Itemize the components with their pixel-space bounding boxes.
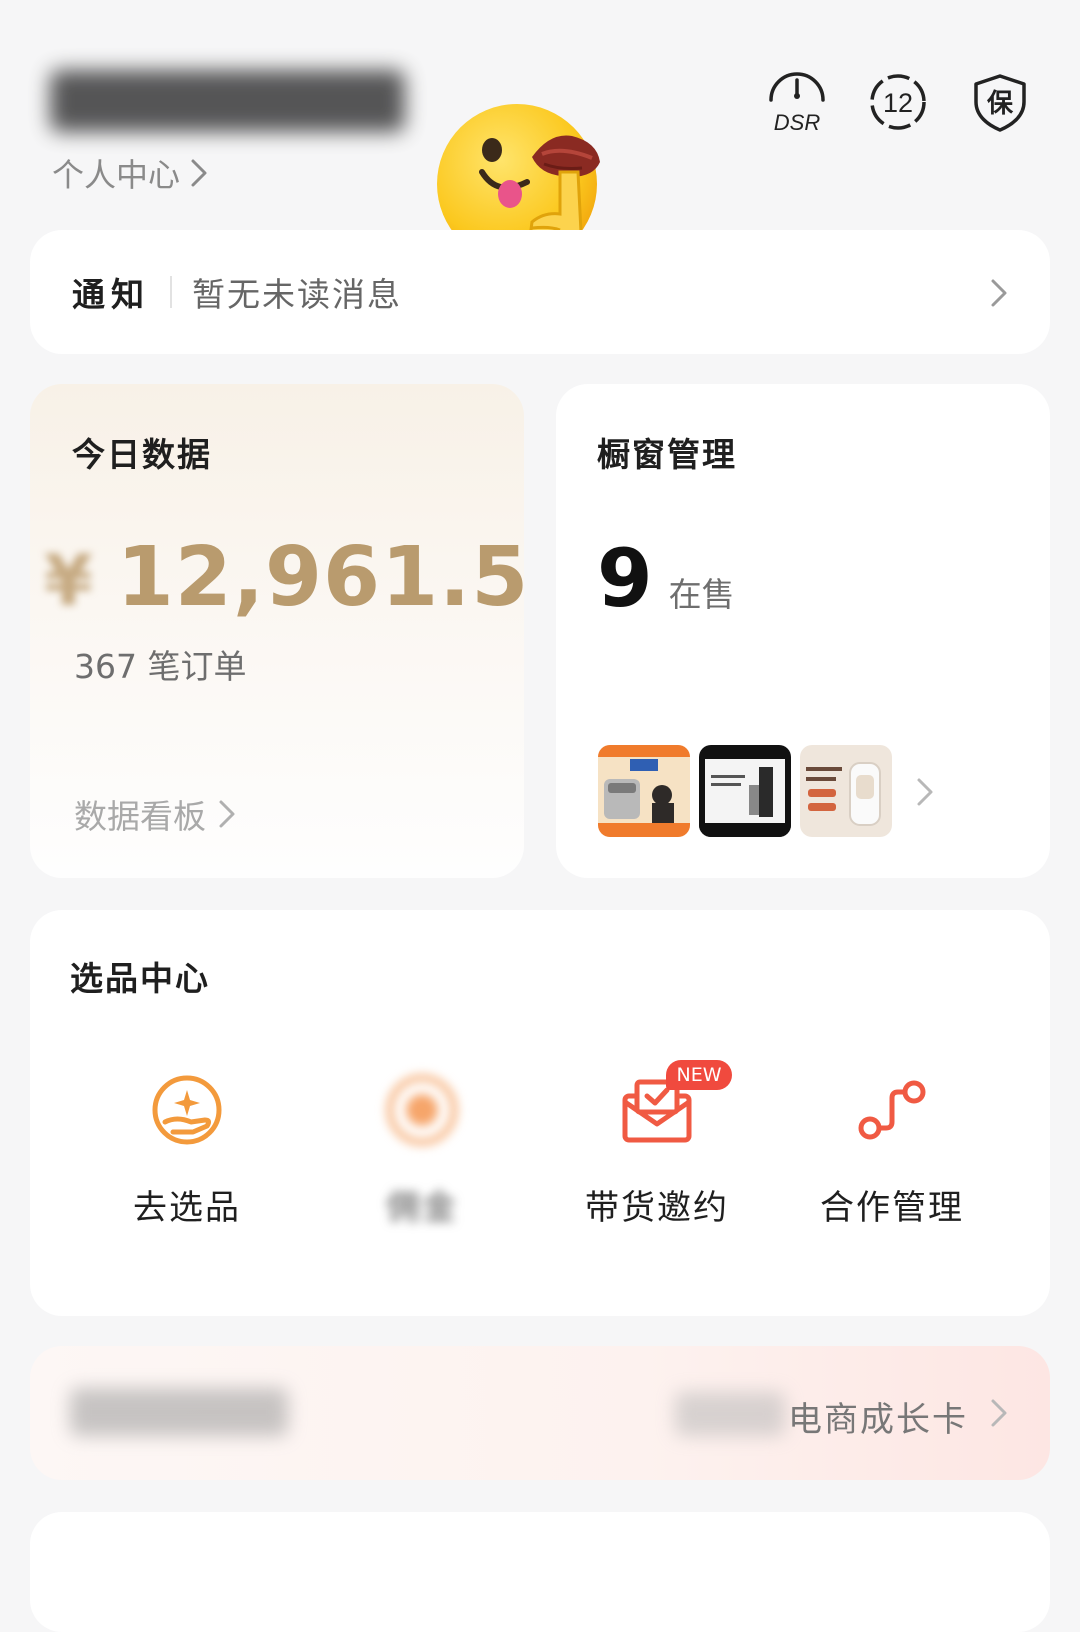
today-amount: ¥ 12,961.5 — [44, 530, 529, 625]
on-sale-count: 9 在售 — [597, 532, 735, 625]
new-badge: NEW — [666, 1060, 732, 1090]
product-thumbnail[interactable] — [699, 745, 791, 837]
tool-invitation[interactable]: 带货邀约 — [557, 1070, 757, 1229]
today-data-title: 今日数据 — [72, 435, 212, 474]
growth-value-blurred — [675, 1392, 785, 1436]
level-badge-icon[interactable]: 12 — [866, 70, 930, 134]
personal-center-link[interactable]: 个人中心 — [52, 150, 208, 196]
tool-label: 带货邀约 — [585, 1188, 729, 1228]
window-management-title: 橱窗管理 — [597, 435, 737, 474]
chevron-right-icon — [991, 1399, 1007, 1427]
notice-message: 暂无未读消息 — [192, 275, 402, 314]
yen-coin-icon — [382, 1070, 462, 1150]
level-number: 12 — [883, 88, 913, 118]
notice-title: 通知 — [72, 275, 150, 314]
username-blurred — [50, 70, 405, 132]
tool-label: 去选品 — [133, 1188, 241, 1228]
personal-center-label: 个人中心 — [52, 156, 181, 194]
order-count: 367 笔订单 — [74, 647, 247, 686]
tool-label: 合作管理 — [820, 1188, 964, 1228]
path-node-icon — [852, 1070, 932, 1150]
selection-center-title: 选品中心 — [70, 959, 210, 998]
on-sale-number: 9 — [597, 532, 653, 625]
growth-card-label: 电商成长卡 — [788, 1400, 968, 1440]
shield-text: 保 — [986, 89, 1014, 119]
product-thumbnail[interactable] — [598, 745, 690, 837]
sparkle-hand-icon — [147, 1070, 227, 1150]
tool-go-select[interactable]: 去选品 — [87, 1070, 287, 1229]
amount-value: 12,961.5 — [116, 530, 530, 625]
chevron-right-icon[interactable] — [916, 777, 934, 807]
chevron-right-icon — [219, 800, 235, 828]
notice-divider — [170, 276, 172, 308]
data-board-label: 数据看板 — [74, 797, 206, 836]
dsr-text: DSR — [774, 110, 821, 134]
next-card-partial — [30, 1512, 1050, 1632]
chevron-right-icon — [991, 279, 1007, 307]
tool-label: 佣金 — [386, 1188, 458, 1228]
tool-commission[interactable]: 佣金 — [322, 1070, 522, 1229]
on-sale-label: 在售 — [668, 575, 735, 614]
currency-symbol: ¥ — [44, 540, 93, 622]
product-thumbnail[interactable] — [800, 745, 892, 837]
data-board-link[interactable]: 数据看板 — [74, 790, 236, 838]
growth-title-blurred — [70, 1388, 288, 1436]
shield-icon[interactable]: 保 — [968, 70, 1032, 134]
tool-cooperation[interactable]: 合作管理 — [792, 1070, 992, 1229]
chevron-right-icon — [191, 159, 207, 187]
notice-bar[interactable]: 通知 暂无未读消息 — [30, 230, 1050, 354]
dsr-icon[interactable]: DSR — [765, 70, 829, 135]
